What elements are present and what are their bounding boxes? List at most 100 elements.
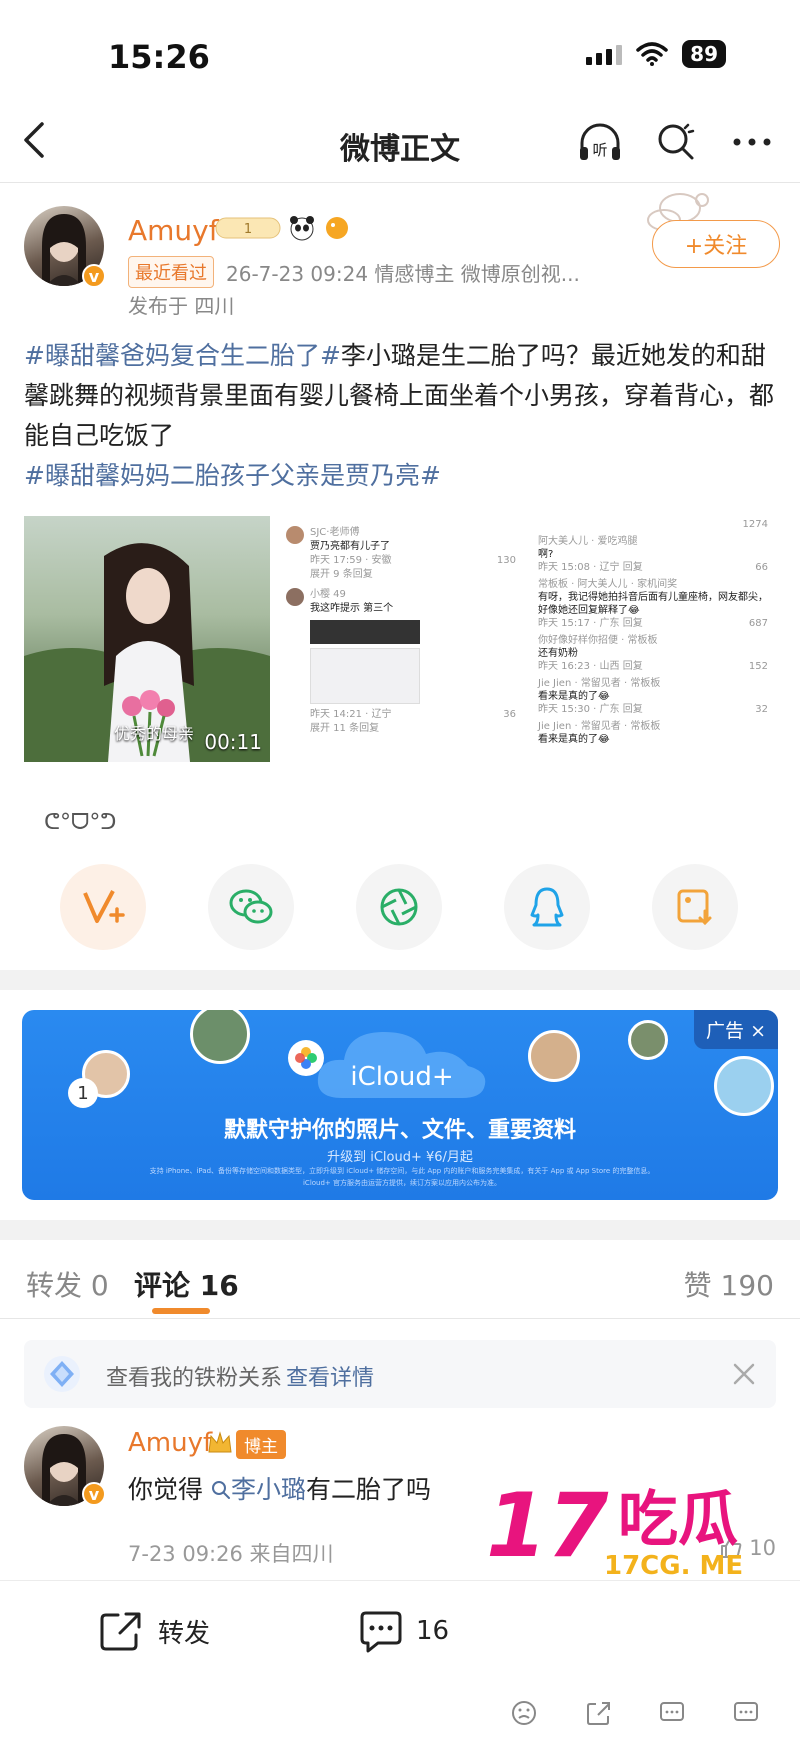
- ad-photo-bubble: [528, 1030, 580, 1082]
- mention-name: 李小璐: [230, 1475, 306, 1504]
- comment-text: 啊?: [538, 549, 554, 560]
- commenter-name: Jie Jien · 常留见者 · 常板板: [538, 678, 661, 689]
- icloud-ad-banner[interactable]: 广告 × 1 iCloud+ 默默守护你的照片、文件、重要资料 升级到 iClo…: [22, 1010, 778, 1200]
- ad-badge-count: 1: [68, 1078, 98, 1108]
- ad-tag[interactable]: 广告 ×: [694, 1010, 778, 1049]
- tabs-divider: [0, 1318, 800, 1319]
- close-icon[interactable]: [732, 1362, 756, 1386]
- status-time: 15:26: [108, 38, 210, 76]
- moments-icon: [380, 888, 418, 926]
- emoji-icon[interactable]: [510, 1699, 538, 1727]
- ad-headline: 默默守护你的照片、文件、重要资料: [223, 1118, 576, 1143]
- recent-tag: 最近看过: [128, 256, 214, 288]
- v-plus-icon: [83, 890, 125, 923]
- comment-meta: 7-23 09:26 来自四川: [128, 1542, 334, 1566]
- save-image-button[interactable]: [652, 864, 738, 950]
- share-row: [60, 864, 738, 950]
- post-location: 发布于 四川: [128, 294, 235, 318]
- reply-icon[interactable]: [658, 1699, 686, 1727]
- wifi-icon: [636, 42, 668, 66]
- verified-badge-icon: v: [82, 264, 106, 288]
- commenter-name: 常板板 · 阿大美人儿 · 家机间奖: [538, 579, 678, 590]
- share-qq-button[interactable]: [504, 864, 590, 950]
- shot-comment: 阿大美人儿 · 爱吃鸡腿 啊? 昨天 15:08 · 辽宁 回复 66: [538, 535, 768, 574]
- embedded-video-thumb: [310, 620, 420, 644]
- shot-comment: 常板板 · 阿大美人儿 · 家机间奖 有呀，我记得她拍抖音后面有儿童座椅，网友都…: [538, 578, 768, 630]
- commenter-name: 你好像好样你招便 · 常板板: [538, 635, 658, 646]
- shot-comment: Jie Jien · 常留见者 · 常板板 看来是真的了😂 昨天 15:30 ·…: [538, 677, 768, 716]
- ad-fine-print: iCloud+ 官方服务由运营方提供，续订方案以应用内公布为准。: [302, 1179, 502, 1187]
- fan-tip-text: 查看我的铁粉关系: [106, 1366, 283, 1391]
- comment-text-prefix: 你觉得: [128, 1475, 204, 1504]
- comment-likes: 687: [748, 618, 768, 629]
- more-button[interactable]: [728, 118, 776, 166]
- topic-link[interactable]: #曝甜馨爸妈复合生二胎了#: [24, 341, 341, 370]
- active-tab-indicator: [152, 1308, 210, 1314]
- more-comment-icon[interactable]: [732, 1699, 760, 1727]
- comment-text: 贾乃亮都有儿子了: [310, 541, 390, 552]
- share-wechat-button[interactable]: [208, 864, 294, 950]
- comment-meta: 昨天 15:08 · 辽宁 回复: [538, 562, 643, 573]
- expand-replies: 展开 11 条回复: [310, 723, 380, 734]
- post-video[interactable]: 优秀的母亲 00:11: [24, 516, 270, 762]
- nav-divider: [0, 182, 800, 183]
- share-moments-button[interactable]: [356, 864, 442, 950]
- tab-comments[interactable]: 评论 16: [134, 1264, 239, 1304]
- comment-likes: 152: [748, 661, 768, 672]
- watermark-text: 吃瓜: [618, 1485, 738, 1555]
- tab-likes[interactable]: 赞 190: [684, 1264, 774, 1304]
- comment-likes: 36: [503, 709, 516, 720]
- floating-action-icons: [510, 1699, 760, 1727]
- comment-count: 16: [416, 1616, 450, 1646]
- nav-actions: 听: [576, 118, 776, 166]
- fan-relation-tip[interactable]: 查看我的铁粉关系 查看详情: [24, 1340, 776, 1408]
- post-image-screenshot-1[interactable]: SJC·老师傅 贾乃亮都有儿子了 昨天 17:59 · 安徽 130 展开 9 条…: [278, 516, 524, 762]
- embedded-keyboard-image: [310, 648, 420, 704]
- tab-repost[interactable]: 转发 0: [26, 1264, 109, 1304]
- share-icon[interactable]: [584, 1699, 612, 1727]
- comment-text: 看来是真的了😂: [538, 691, 610, 702]
- membership-badge-icon: 1: [215, 217, 281, 239]
- ad-fine-print: 支持 iPhone、iPad、备份等存储空间和数据类型，立即升级到 iCloud…: [149, 1167, 655, 1175]
- post-text: #曝甜馨爸妈复合生二胎了#李小璐是生二胎了吗？最近她发的和甜馨跳舞的视频背景里面…: [24, 336, 776, 496]
- author-badges: 1: [214, 214, 352, 242]
- section-gap: [0, 970, 800, 990]
- listen-button[interactable]: 听: [576, 118, 624, 166]
- cellular-signal-icon: [586, 43, 623, 65]
- mention-link[interactable]: 李小璐: [211, 1475, 306, 1504]
- fan-tip-link[interactable]: 查看详情: [286, 1360, 374, 1392]
- search-button[interactable]: [652, 118, 700, 166]
- emoticon-text: ᕦ°ᗜ°ᕤ: [44, 810, 117, 835]
- commenter-name: Jie Jien · 常留见者 · 常板板: [538, 721, 661, 732]
- site-watermark: 17 吃瓜 17CG. ME: [486, 1474, 786, 1582]
- watermark-number: 17: [486, 1478, 609, 1577]
- battery-indicator: 89: [682, 40, 726, 68]
- diamond-icon: [44, 1356, 80, 1392]
- author-name[interactable]: Amuyf: [128, 214, 219, 247]
- comment-meta: 昨天 15:30 · 广东 回复: [538, 704, 643, 715]
- post-meta: 26-7-23 09:24 情感博主 微博原创视...: [226, 262, 580, 286]
- section-gap: [0, 1220, 800, 1240]
- comment-icon: [360, 1611, 402, 1653]
- follow-button[interactable]: +关注: [652, 220, 780, 268]
- share-weibo-button[interactable]: [60, 864, 146, 950]
- topic-link[interactable]: #曝甜馨妈妈二胎孩子父亲是贾乃亮#: [24, 461, 441, 490]
- ad-photo-bubble: [628, 1020, 668, 1060]
- comment-likes: 1274: [742, 519, 768, 530]
- comment-meta: 昨天 15:17 · 广东 回复: [538, 618, 643, 629]
- svg-text:1: 1: [244, 222, 252, 237]
- comment-meta: 昨天 16:23 · 山西 回复: [538, 661, 643, 672]
- post-image-screenshot-2[interactable]: 1274 阿大美人儿 · 爱吃鸡腿 啊? 昨天 15:08 · 辽宁 回复 66 …: [530, 516, 776, 762]
- video-duration: 00:11: [204, 730, 262, 754]
- commenter-avatar: [286, 588, 304, 606]
- repost-button[interactable]: 转发: [98, 1609, 210, 1653]
- ad-product-name: iCloud+: [350, 1062, 454, 1092]
- comment-text: 还有奶粉: [538, 648, 578, 659]
- comment-author-name[interactable]: Amuyf: [128, 1428, 212, 1458]
- ad-photo-bubble: [190, 1010, 250, 1064]
- svg-text:听: 听: [592, 141, 607, 159]
- comment-button[interactable]: 16: [358, 1609, 449, 1653]
- icloud-cloud-icon: iCloud+: [312, 1024, 492, 1104]
- crown-icon: [208, 1431, 232, 1453]
- fish-badge-icon: [326, 217, 348, 239]
